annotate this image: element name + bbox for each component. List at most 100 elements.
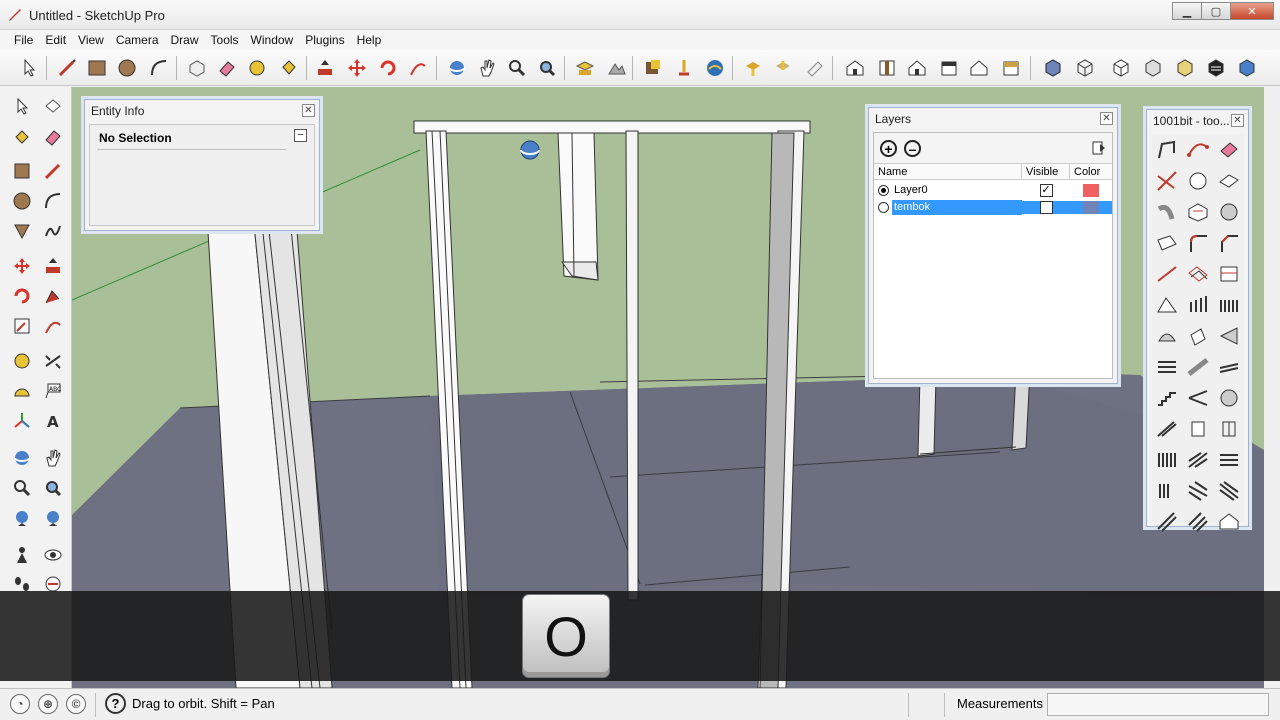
close-window-button[interactable]: ✕ [1230, 2, 1274, 20]
stairs-round-icon[interactable] [1153, 322, 1181, 350]
minimize-button[interactable]: ▁ [1172, 2, 1202, 20]
protractor-icon[interactable] [9, 378, 35, 404]
intersect-icon[interactable] [1153, 167, 1181, 195]
look-around-icon[interactable] [40, 542, 66, 568]
text-tool-icon[interactable]: ABC [40, 378, 66, 404]
move-icon[interactable] [9, 253, 35, 279]
layer-color-swatch[interactable] [1083, 201, 1099, 214]
roof-icon[interactable] [1153, 291, 1181, 319]
rotate-tool-icon[interactable] [375, 55, 401, 81]
instructor-help-icon[interactable]: ? [105, 693, 126, 714]
entity-info-close-button[interactable]: ✕ [302, 104, 315, 117]
add-layer-icon[interactable]: + [880, 140, 897, 157]
share-component-icon[interactable] [770, 55, 796, 81]
tiles-icon[interactable] [1184, 477, 1212, 505]
shaded-style-icon[interactable] [1140, 55, 1166, 81]
push-pull-icon[interactable] [312, 55, 338, 81]
3d-warehouse-icon[interactable] [702, 55, 728, 81]
offset-edges-icon[interactable] [1184, 260, 1212, 288]
fold-icon[interactable] [1153, 229, 1181, 257]
arc-icon[interactable] [40, 188, 66, 214]
zoom-tool-icon[interactable] [504, 55, 530, 81]
layer-row[interactable]: tembok [874, 199, 1112, 216]
paint-icon[interactable] [9, 124, 35, 150]
layer-row[interactable]: Layer0 ✓ [874, 182, 1112, 199]
delete-layer-icon[interactable]: – [904, 140, 921, 157]
wedge-icon[interactable] [1215, 322, 1243, 350]
purlins-icon[interactable] [1184, 446, 1212, 474]
toggle-terrain-icon[interactable] [604, 55, 630, 81]
joist-icon[interactable] [1153, 415, 1181, 443]
component-icon[interactable] [40, 93, 66, 119]
monochrome-style-icon[interactable] [1203, 55, 1229, 81]
menu-help[interactable]: Help [351, 30, 388, 50]
select-icon[interactable] [9, 93, 35, 119]
deck-icon[interactable] [1184, 508, 1212, 536]
geo-location-icon[interactable]: ◔ [10, 694, 30, 714]
top-view-icon[interactable] [874, 55, 900, 81]
photo-textures-icon[interactable] [640, 55, 666, 81]
offset-icon[interactable] [40, 313, 66, 339]
fillet-icon[interactable] [1184, 229, 1212, 257]
active-layer-radio[interactable] [877, 202, 889, 213]
trusses-icon[interactable] [1215, 446, 1243, 474]
menu-edit[interactable]: Edit [39, 30, 72, 50]
credits-icon[interactable]: ⊕ [38, 694, 58, 714]
zoom-extents-icon[interactable] [534, 55, 560, 81]
arc-tool-icon[interactable] [146, 55, 172, 81]
chamfer-icon[interactable] [1215, 229, 1243, 257]
dimension-icon[interactable] [40, 348, 66, 374]
back-view-icon[interactable] [966, 55, 992, 81]
menu-file[interactable]: File [8, 30, 39, 50]
columns-icon[interactable] [1184, 291, 1212, 319]
circle-tool-icon[interactable] [114, 55, 140, 81]
circle-divide-icon[interactable] [1184, 167, 1212, 195]
menu-draw[interactable]: Draw [165, 30, 205, 50]
eraser-tool-icon[interactable] [214, 55, 240, 81]
batten-icon[interactable] [1215, 477, 1243, 505]
pan-icon[interactable] [40, 445, 66, 471]
3d-text-icon[interactable]: A [40, 408, 66, 434]
wireframe-style-icon[interactable] [1072, 55, 1098, 81]
layers-details-icon[interactable] [1092, 141, 1106, 155]
front-view-icon[interactable] [904, 55, 930, 81]
circle-icon[interactable] [9, 188, 35, 214]
xray-style-icon[interactable] [1040, 55, 1066, 81]
stair-flight-icon[interactable] [1153, 384, 1181, 412]
shaded-textures-icon[interactable] [1172, 55, 1198, 81]
polygon-icon[interactable] [9, 218, 35, 244]
maximize-button[interactable]: ▢ [1201, 2, 1231, 20]
studs-icon[interactable] [1153, 477, 1181, 505]
divide-line-icon[interactable] [1153, 260, 1181, 288]
cladding-icon[interactable] [1153, 508, 1181, 536]
zoom-icon[interactable] [9, 475, 35, 501]
layer-visible-checkbox[interactable]: ✓ [1039, 184, 1053, 197]
plugin-palette-close-button[interactable]: ✕ [1231, 114, 1244, 127]
add-location-icon[interactable] [572, 55, 598, 81]
pipe-icon[interactable] [1153, 198, 1181, 226]
scale-icon[interactable] [9, 313, 35, 339]
rails-icon[interactable] [1215, 353, 1243, 381]
collapse-toggle-icon[interactable]: – [294, 129, 307, 142]
follow-me-icon[interactable] [405, 55, 431, 81]
select-tool-icon[interactable] [16, 55, 42, 81]
layer-name[interactable]: Layer0 [892, 183, 1022, 198]
pan-tool-icon[interactable] [474, 55, 500, 81]
menu-camera[interactable]: Camera [110, 30, 165, 50]
axes-icon[interactable] [9, 408, 35, 434]
hidden-line-style-icon[interactable] [1108, 55, 1134, 81]
user-info-icon[interactable]: © [66, 694, 86, 714]
window-frame-icon[interactable] [1215, 415, 1243, 443]
curve-points-icon[interactable] [1184, 136, 1212, 164]
draw-polyline-icon[interactable] [1153, 136, 1181, 164]
orbit-tool-icon[interactable] [444, 55, 470, 81]
color-style-icon[interactable] [1234, 55, 1260, 81]
rectangle-icon[interactable] [9, 158, 35, 184]
iso-view-icon[interactable] [842, 55, 868, 81]
panel-icon[interactable] [1184, 322, 1212, 350]
rectangle-tool-icon[interactable] [84, 55, 110, 81]
layer-name[interactable]: tembok [892, 200, 1022, 215]
column-name[interactable]: Name [874, 164, 1022, 179]
tape-measure-left-icon[interactable] [9, 348, 35, 374]
share-model-icon[interactable] [740, 55, 766, 81]
